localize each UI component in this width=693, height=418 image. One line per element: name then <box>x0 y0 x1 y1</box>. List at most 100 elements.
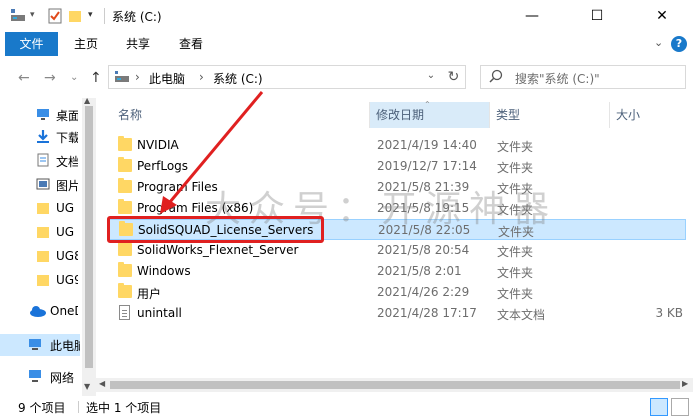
file-row[interactable]: PerfLogs 2019/12/7 17:14 文件夹 <box>108 156 686 177</box>
quick-access-drive-icon[interactable] <box>10 8 26 22</box>
scroll-up-icon[interactable]: ▲ <box>84 96 90 105</box>
file-row[interactable]: Program Files 2021/5/8 21:39 文件夹 <box>108 177 686 198</box>
file-date: 2021/4/19 14:40 <box>377 138 477 152</box>
help-icon[interactable]: ? <box>671 36 687 52</box>
sidebar-label: UG8 <box>56 249 78 263</box>
file-type: 文件夹 <box>497 140 534 154</box>
sidebar-item-pictures[interactable]: 图片 <box>0 174 80 196</box>
sidebar-label: 下载 <box>56 131 78 145</box>
close-button[interactable]: ✕ <box>639 0 685 32</box>
file-list-pane: 名称 修改日期 ⌃ 类型 大小 NVIDIA 2021/4/19 14:40 文件夹… <box>96 98 693 396</box>
sidebar-item-network[interactable]: 网络 <box>0 366 80 388</box>
sidebar-item-ug9[interactable]: UG9 <box>0 270 80 292</box>
window-title: 系统 (C:) <box>112 10 162 24</box>
tab-file[interactable]: 文件 <box>5 32 58 56</box>
properties-icon[interactable] <box>48 8 62 24</box>
title-bar: ▾ ▾ 系统 (C:) — ☐ ✕ <box>0 0 693 32</box>
text-file-icon <box>119 305 130 320</box>
qat-dropdown-icon[interactable]: ▾ <box>30 10 35 20</box>
file-type: 文件夹 <box>497 161 534 175</box>
download-icon <box>36 129 50 143</box>
recent-locations-button[interactable]: ⌄ <box>70 72 78 83</box>
selected-count: 选中 1 个项目 <box>86 401 162 415</box>
address-bar[interactable]: › 此电脑 › 系统 (C:) ⌄ <box>108 65 466 89</box>
sidebar-item-ug[interactable]: UG <box>0 198 80 220</box>
file-type: 文件夹 <box>497 287 534 301</box>
file-row[interactable]: NVIDIA 2021/4/19 14:40 文件夹 <box>108 135 686 156</box>
tab-share[interactable]: 共享 <box>126 32 150 56</box>
sidebar-scroll-thumb[interactable] <box>85 106 93 368</box>
network-icon <box>28 369 42 383</box>
desktop-icon <box>36 107 50 121</box>
sidebar-label: UG <box>56 225 75 239</box>
tab-home[interactable]: 主页 <box>74 32 98 56</box>
file-date: 2021/4/28 17:17 <box>377 306 477 320</box>
sidebar-item-ug8[interactable]: UG8 <box>0 246 80 268</box>
address-dropdown-icon[interactable]: ⌄ <box>422 70 440 81</box>
tab-view[interactable]: 查看 <box>179 32 203 56</box>
sidebar-label: UG <box>56 201 75 215</box>
folder-icon <box>36 201 50 215</box>
sidebar-label: 图片 <box>56 179 78 193</box>
sidebar-item-desktop[interactable]: 桌面 <box>0 104 80 126</box>
column-header: 名称 修改日期 ⌃ 类型 大小 <box>96 100 693 128</box>
horizontal-scroll-thumb[interactable] <box>110 381 680 389</box>
sidebar-label: OneDrive <box>50 304 78 318</box>
expand-ribbon-icon[interactable]: ⌄ <box>654 36 663 49</box>
file-date: 2019/12/7 17:14 <box>377 159 477 173</box>
sidebar-label: UG9 <box>56 273 78 287</box>
folder-icon <box>118 199 132 214</box>
file-name: Program Files (x86) <box>137 201 254 215</box>
details-view-icon[interactable] <box>650 398 668 416</box>
scroll-left-icon[interactable]: ◀ <box>99 379 105 388</box>
breadcrumb-drive-c[interactable]: 系统 (C:) <box>213 70 263 87</box>
file-date: 2021/5/8 20:54 <box>377 243 470 257</box>
maximize-button[interactable]: ☐ <box>574 0 620 32</box>
new-folder-icon[interactable] <box>68 8 82 24</box>
file-date: 2021/5/8 19:15 <box>377 201 470 215</box>
file-type: 文件夹 <box>497 266 534 280</box>
item-count: 9 个项目 <box>18 401 66 415</box>
file-row[interactable]: SolidWorks_Flexnet_Server 2021/5/8 20:54 文… <box>108 240 686 261</box>
search-box[interactable]: 搜索"系统 (C:)" <box>480 65 686 89</box>
sidebar-scrollbar[interactable]: ▲ ▼ <box>82 96 96 396</box>
file-row[interactable]: 用户 2021/4/26 2:29 文件夹 <box>108 282 686 303</box>
scroll-right-icon[interactable]: ▶ <box>682 379 688 388</box>
file-type: 文本文档 <box>497 308 546 322</box>
status-divider <box>78 401 79 413</box>
column-date-label: 修改日期 <box>376 108 425 122</box>
minimize-button[interactable]: — <box>509 0 555 32</box>
file-date: 2021/4/26 2:29 <box>377 285 470 299</box>
large-icons-view-icon[interactable] <box>671 398 689 416</box>
customize-qat-icon[interactable]: ▾ <box>88 10 93 20</box>
file-row[interactable]: unintall 2021/4/28 17:17 文本文档 3 KB <box>108 303 686 324</box>
file-row[interactable]: Windows 2021/5/8 2:01 文件夹 <box>108 261 686 282</box>
file-size: 3 KB <box>655 306 683 320</box>
sort-arrow-icon: ⌃ <box>424 100 431 109</box>
sidebar-label: 桌面 <box>56 109 78 123</box>
column-size[interactable]: 大小 <box>610 102 690 128</box>
scroll-down-icon[interactable]: ▼ <box>84 382 90 391</box>
sidebar-label: 文档 <box>56 155 78 169</box>
refresh-button[interactable]: ↻ <box>442 65 466 89</box>
column-date[interactable]: 修改日期 ⌃ <box>370 100 490 128</box>
sidebar-item-ug-2[interactable]: UG <box>0 222 80 244</box>
sidebar-item-this-pc[interactable]: 此电脑 <box>0 334 80 356</box>
search-icon <box>489 69 503 87</box>
file-type: 文件夹 <box>498 225 535 239</box>
sidebar-item-onedrive[interactable]: OneDrive <box>0 301 80 323</box>
file-name: 用户 <box>137 287 162 301</box>
file-name: Windows <box>137 264 191 278</box>
back-button[interactable]: ← <box>18 70 30 86</box>
horizontal-scrollbar[interactable]: ◀ ▶ <box>96 378 693 392</box>
folder-icon <box>118 157 132 172</box>
ribbon-tabs: 文件 主页 共享 查看 ⌄ ? <box>0 32 693 56</box>
forward-button[interactable]: → <box>44 70 56 86</box>
up-button[interactable]: ↑ <box>90 70 102 86</box>
breadcrumb-this-pc[interactable]: 此电脑 <box>149 70 185 87</box>
sidebar-item-documents[interactable]: 文档 <box>0 150 80 172</box>
column-name[interactable]: 名称 <box>112 102 370 128</box>
column-type[interactable]: 类型 <box>490 102 610 128</box>
sidebar-item-downloads[interactable]: 下载 <box>0 126 80 148</box>
document-icon <box>36 153 50 167</box>
